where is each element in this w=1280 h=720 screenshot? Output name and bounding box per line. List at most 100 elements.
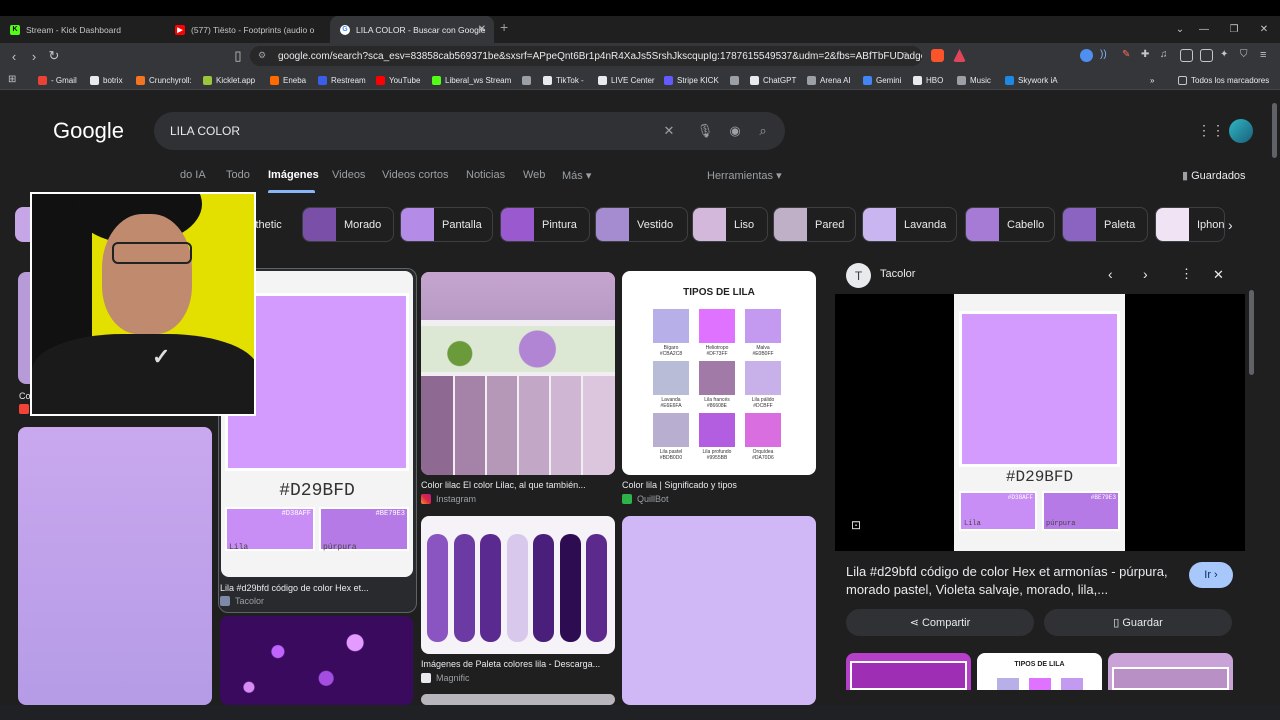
tab-kick[interactable]: K Stream - Kick Dashboard xyxy=(0,16,165,43)
bookmark-item[interactable]: LIVE Center xyxy=(598,70,655,90)
bookmark-item[interactable]: Crunchyroll: xyxy=(136,70,192,90)
result-caption[interactable]: Color lilac El color Lilac, al que tambi… xyxy=(421,480,586,490)
minimize-button[interactable]: — xyxy=(1188,16,1220,43)
tools-button[interactable]: Herramientas ▾ xyxy=(707,169,782,182)
filter-chip[interactable]: Lavanda xyxy=(862,207,957,242)
bookmark-item[interactable]: Restream xyxy=(318,70,366,90)
lens-search-icon[interactable]: ⊡ xyxy=(851,518,861,532)
restore-button[interactable]: ❐ xyxy=(1218,16,1250,43)
tab-videos-cortos[interactable]: Videos cortos xyxy=(382,169,448,181)
result-image-palette-lila[interactable] xyxy=(421,516,615,654)
back-icon[interactable]: ‹ xyxy=(4,46,24,66)
filter-chip[interactable]: Paleta xyxy=(1062,207,1148,242)
bookmark-item[interactable]: - Gmail xyxy=(38,70,77,90)
bookmark-item[interactable]: ChatGPT xyxy=(750,70,796,90)
bookmark-item[interactable]: Stripe KICK xyxy=(664,70,719,90)
panel-scrollbar[interactable] xyxy=(1249,290,1254,375)
bookmark-item[interactable]: TikTok - xyxy=(543,70,584,90)
search-icon[interactable]: ⌕ xyxy=(754,122,772,140)
filter-chip[interactable]: Iphon xyxy=(1155,207,1225,242)
search-input[interactable]: LILA COLOR xyxy=(154,112,785,150)
filter-chip[interactable]: Pared xyxy=(773,207,856,242)
result-caption[interactable]: Color lila | Significado y tipos xyxy=(622,480,737,490)
more-options-icon[interactable]: ⋮ xyxy=(1180,266,1193,282)
bookmark-item[interactable]: Music xyxy=(957,70,991,90)
new-tab-button[interactable]: + xyxy=(500,19,508,35)
filter-chip[interactable]: Liso xyxy=(692,207,768,242)
next-icon[interactable]: › xyxy=(1143,266,1148,282)
bookmark-item[interactable] xyxy=(522,70,535,90)
vpn-icon[interactable]: ⛉ xyxy=(1240,49,1253,62)
tab-web[interactable]: Web xyxy=(523,169,545,181)
close-tab-icon[interactable]: ✕ xyxy=(478,24,486,35)
bookmark-item[interactable]: Eneba xyxy=(270,70,306,90)
bookmark-item[interactable]: Gemini xyxy=(863,70,901,90)
result-source[interactable]: QuillBot xyxy=(622,494,669,504)
related-image[interactable] xyxy=(846,653,971,690)
result-source[interactable]: Instagram xyxy=(421,494,476,504)
bookmark-item[interactable]: Liberal_ws Stream xyxy=(432,70,511,90)
bookmark-item[interactable]: YouTube xyxy=(376,70,420,90)
google-apps-icon[interactable]: ⋮⋮ xyxy=(1197,122,1225,139)
reload-icon[interactable]: ↻ xyxy=(44,46,64,66)
all-bookmarks[interactable]: Todos los marcadores xyxy=(1178,70,1269,90)
close-icon[interactable]: ✕ xyxy=(1213,267,1224,283)
filter-chip[interactable]: Pintura xyxy=(500,207,590,242)
result-caption[interactable]: Imágenes de Paleta colores lila - Descar… xyxy=(421,659,600,669)
close-window-button[interactable]: ✕ xyxy=(1248,16,1280,43)
related-image[interactable] xyxy=(1108,653,1233,690)
avatar[interactable] xyxy=(1229,119,1253,143)
tab-mas[interactable]: Más ▾ xyxy=(562,169,591,182)
more-bookmarks-icon[interactable]: » xyxy=(1150,70,1154,90)
result-source[interactable]: Tacolor xyxy=(220,596,264,606)
page-scrollbar[interactable] xyxy=(1272,103,1277,158)
address-bar[interactable]: google.com/search?sca_esv=83858cab569371… xyxy=(250,46,922,66)
pen-icon[interactable]: ✎ xyxy=(1122,49,1135,62)
result-image[interactable] xyxy=(421,694,615,705)
menu-icon[interactable]: ≡ xyxy=(1260,49,1273,62)
tab-imagenes[interactable]: Imágenes xyxy=(268,169,319,181)
puzzle-icon[interactable]: ✚ xyxy=(1141,49,1154,62)
bookmark-item[interactable] xyxy=(730,70,743,90)
filter-chip[interactable]: Pantalla xyxy=(400,207,493,242)
leo-icon[interactable]: ✦ xyxy=(1220,49,1233,62)
bookmark-item[interactable]: HBO xyxy=(913,70,943,90)
apps-icon[interactable]: ⊞ xyxy=(8,74,16,85)
clear-icon[interactable]: ✕ xyxy=(660,122,678,140)
result-image-lilac[interactable] xyxy=(421,272,615,475)
filter-chip[interactable]: Cabello xyxy=(965,207,1055,242)
previous-icon[interactable]: ‹ xyxy=(1108,266,1113,282)
share-button[interactable]: ⋖ Compartir xyxy=(846,609,1034,636)
result-image-plain-lila[interactable] xyxy=(622,516,816,705)
music-icon[interactable]: ♫ xyxy=(1160,49,1173,62)
tab-youtube[interactable]: ▶ (577) Tiësto - Footprints (audio o xyxy=(165,16,330,43)
wallet-icon[interactable] xyxy=(1200,49,1213,62)
bookmark-item[interactable]: Arena AI xyxy=(807,70,851,90)
bookmark-icon[interactable]: ▯ xyxy=(228,46,248,66)
site-info-icon[interactable]: ⚙ xyxy=(258,50,266,61)
bookmark-item[interactable]: Skywork iA xyxy=(1005,70,1058,90)
forward-icon[interactable]: › xyxy=(24,46,44,66)
brave-shield-icon[interactable] xyxy=(931,49,944,62)
tab-todo[interactable]: Todo xyxy=(226,169,250,181)
result-caption[interactable]: Co xyxy=(19,391,31,401)
panel-source[interactable]: Tacolor xyxy=(880,268,915,280)
saved-button[interactable]: ▮ Guardados xyxy=(1182,169,1246,182)
result-caption[interactable]: Lila #d29bfd código de color Hex et... xyxy=(220,583,369,593)
panel-description[interactable]: Lila #d29bfd código de color Hex et armo… xyxy=(846,563,1176,599)
related-image-tipos[interactable]: TIPOS DE LILA xyxy=(977,653,1102,690)
wifi-icon[interactable]: )) xyxy=(1100,49,1113,62)
mic-icon[interactable]: 🎙 xyxy=(696,122,714,140)
lens-icon[interactable]: ◉ xyxy=(726,122,744,140)
zoom-icon[interactable]: ⌕ xyxy=(902,48,908,61)
extension-icon[interactable] xyxy=(1080,49,1093,62)
result-image-tipos-de-lila[interactable]: TIPOS DE LILA Bígaro #CBA2C8 Heliotropo #DF… xyxy=(622,271,816,475)
tab-videos[interactable]: Videos xyxy=(332,169,365,181)
result-image-lila-gradient[interactable] xyxy=(18,427,212,705)
tab-modo-ia[interactable]: do IA xyxy=(180,169,206,181)
save-button[interactable]: ▯ Guardar xyxy=(1044,609,1232,636)
result-image-bokeh[interactable] xyxy=(220,616,413,705)
sidebar-icon[interactable] xyxy=(1180,49,1193,62)
chevron-right-icon[interactable]: › xyxy=(1228,217,1233,233)
bookmark-item[interactable]: botrix xyxy=(90,70,123,90)
